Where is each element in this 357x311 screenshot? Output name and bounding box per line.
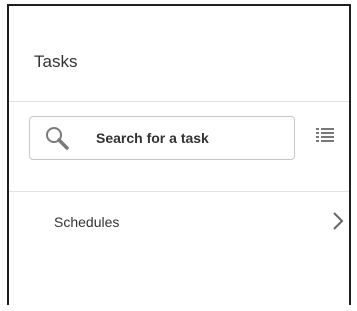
nav-item-label: Schedules [54,214,120,230]
panel-header: Tasks [9,6,349,102]
nav-item-schedules[interactable]: Schedules [9,192,349,252]
tasks-panel: Tasks Search for a task Schedules [7,4,351,305]
page-title: Tasks [34,52,78,71]
list-view-icon[interactable] [316,126,334,144]
chevron-right-icon [332,211,344,231]
search-input[interactable]: Search for a task [29,116,295,160]
search-row: Search for a task [9,102,349,192]
search-icon [44,125,70,151]
search-placeholder: Search for a task [96,130,209,146]
